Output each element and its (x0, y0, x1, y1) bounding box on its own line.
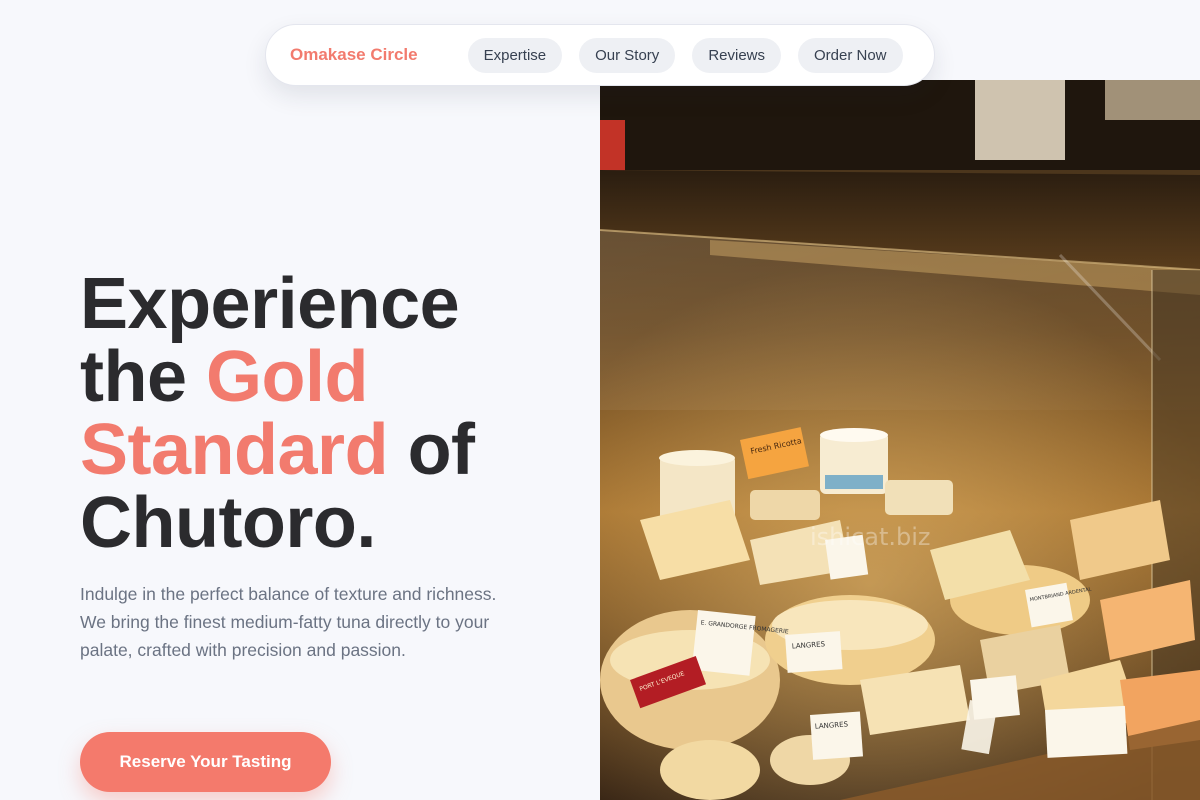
nav-link-our-story[interactable]: Our Story (579, 37, 676, 73)
brand-logo[interactable]: Omakase Circle (290, 45, 418, 65)
hero-title-of: of (407, 410, 475, 490)
cheese-display-illustration: Fresh Ricotta E. GRANDORGE FROMAGERIE LA… (600, 80, 1200, 800)
hero-title: Experience the Gold Standard of Chutoro. (80, 268, 590, 560)
hero-title-accent-gold: Gold (206, 337, 368, 417)
landing-page: Omakase Circle Expertise Our Story Revie… (0, 0, 1200, 800)
hero-title-accent-standard: Standard (80, 410, 389, 490)
top-nav: Omakase Circle Expertise Our Story Revie… (265, 24, 935, 86)
nav-link-order-now[interactable]: Order Now (798, 37, 903, 73)
watermark-text: ishicat.biz (810, 523, 931, 551)
hero-description: Indulge in the perfect balance of textur… (80, 584, 497, 660)
nav-link-reviews[interactable]: Reviews (692, 37, 781, 73)
reserve-tasting-button[interactable]: Reserve Your Tasting (80, 732, 331, 792)
hero-image: Fresh Ricotta E. GRANDORGE FROMAGERIE LA… (600, 80, 1200, 800)
hero-title-the: the (80, 337, 187, 417)
hero-title-line1: Experience (80, 264, 460, 344)
nav-link-expertise[interactable]: Expertise (467, 37, 563, 73)
nav-links: Expertise Our Story Reviews Order Now (467, 37, 903, 73)
hero-title-line4: Chutoro. (80, 483, 376, 563)
